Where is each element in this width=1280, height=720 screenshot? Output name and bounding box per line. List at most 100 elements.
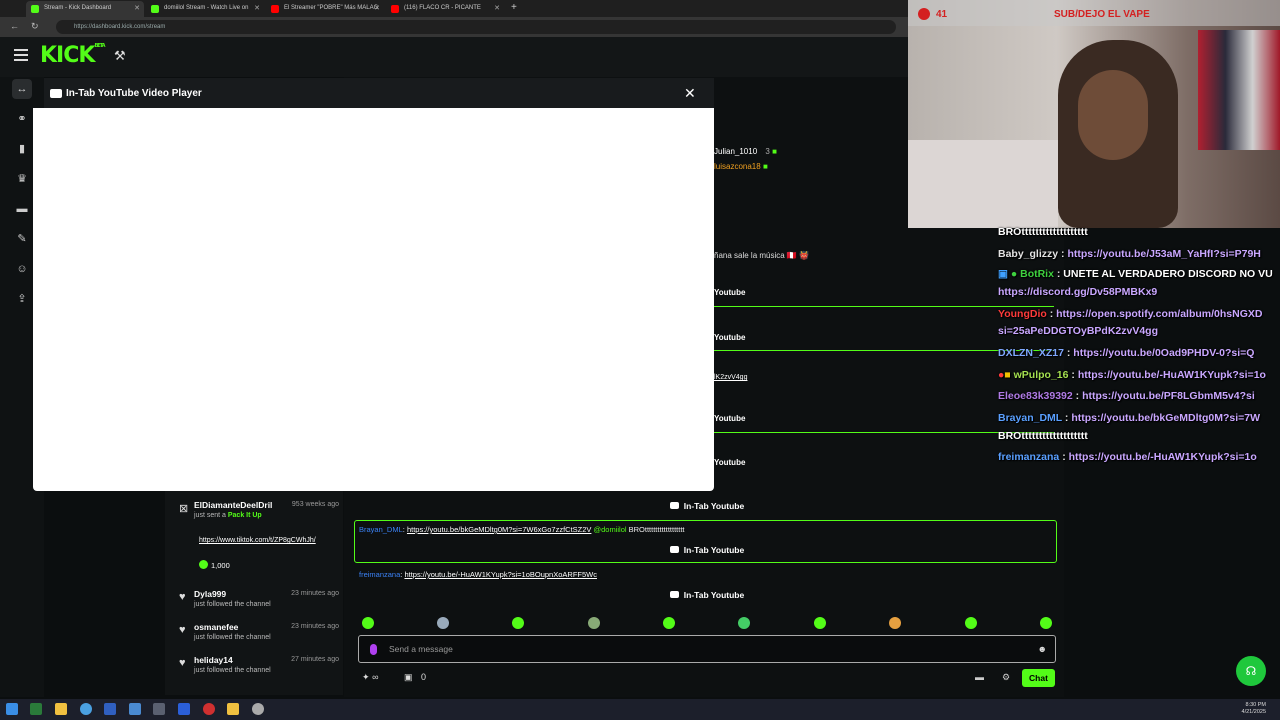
emote-icon[interactable] — [512, 617, 524, 629]
chat-fragment: Youtube — [714, 288, 746, 297]
taskbar-app-icon[interactable] — [153, 703, 165, 715]
close-tab-icon[interactable]: ✕ — [374, 4, 380, 12]
points-indicator[interactable]: ✦ ∞ — [362, 672, 378, 683]
emote-icon[interactable] — [965, 617, 977, 629]
alert-item: ♥ osmanefee 23 minutes ago just followed… — [179, 622, 339, 641]
users-icon[interactable]: ☺ — [12, 259, 32, 279]
youtube-video-player[interactable] — [33, 108, 714, 491]
emote-icon[interactable] — [889, 617, 901, 629]
active-user-row: Julian_1010 3 ■ — [714, 147, 777, 156]
wrench-icon[interactable]: ✎ — [12, 229, 32, 249]
kick-points-icon: ✦ — [362, 672, 370, 682]
youtube-icon — [50, 89, 62, 98]
viewer-count: 41 — [936, 9, 948, 20]
kick-header: KICKBETA ⚒ — [0, 37, 908, 77]
tab-youtube-streamer[interactable]: El Streamer "POBRE" Más MALAG ✕ — [266, 1, 384, 17]
youtube-icon — [669, 502, 679, 509]
start-icon[interactable] — [6, 703, 18, 715]
taskbar-app-icon[interactable] — [104, 703, 116, 715]
alert-item: ♥ heliday14 27 minutes ago just followed… — [179, 655, 339, 674]
gift-icon: ▣ — [404, 672, 413, 682]
close-tab-icon[interactable]: ✕ — [494, 4, 500, 12]
kick-favicon-icon — [151, 5, 159, 13]
folder-icon[interactable] — [55, 703, 67, 715]
gift-counter[interactable]: ▣ 0 — [404, 672, 426, 683]
taskbar-app-icon[interactable] — [129, 703, 141, 715]
taskbar-app-icon[interactable] — [252, 703, 264, 715]
heart-icon: ♥ — [179, 657, 186, 669]
overlay-chat: BROttttttttttttttttttt Baby_glizzy : htt… — [998, 226, 1273, 463]
emoji-icon[interactable]: ☻ — [1038, 644, 1047, 654]
emote-icon[interactable] — [362, 617, 374, 629]
emote-icon[interactable] — [437, 617, 449, 629]
chat-input[interactable]: Send a message ☻ — [358, 635, 1056, 663]
emote-icon[interactable] — [1040, 617, 1052, 629]
heart-icon: ♥ — [179, 624, 186, 636]
reload-icon[interactable]: ↻ — [31, 21, 39, 32]
chat-fragment: Youtube — [714, 414, 746, 423]
back-icon[interactable]: ← — [10, 21, 19, 31]
viewer-badge-icon — [918, 8, 930, 20]
link-icon[interactable]: ⚭ — [12, 109, 32, 129]
kick-icon: ⊠ — [179, 503, 189, 515]
help-chat-icon[interactable]: ☊ — [1236, 656, 1266, 686]
upload-icon[interactable]: ⇪ — [12, 289, 32, 309]
new-tab-button[interactable]: + — [511, 2, 517, 13]
chat-message: freimanzana: https://youtu.be/-HuAW1KYup… — [359, 570, 597, 579]
taskbar-app-icon[interactable] — [30, 703, 42, 715]
in-tab-youtube-button[interactable]: In-Tab Youtube — [358, 587, 1056, 603]
card-icon[interactable]: ▬ — [12, 199, 32, 219]
gear-icon[interactable]: ⚙ — [1002, 672, 1010, 682]
close-tab-icon[interactable]: ✕ — [134, 4, 140, 12]
taskbar-app-icon[interactable] — [227, 703, 239, 715]
menu-icon[interactable] — [14, 49, 28, 61]
broadcast-icon[interactable]: ↔ — [12, 79, 32, 99]
youtube-player-modal-header: In-Tab YouTube Video Player ✕ — [44, 78, 714, 108]
in-tab-youtube-button[interactable]: In-Tab Youtube — [358, 542, 1056, 558]
chat-send-button[interactable]: Chat — [1022, 669, 1055, 687]
tab-youtube-flaco[interactable]: (116) FLACO CR - PICANTE ✕ — [386, 1, 504, 17]
close-tab-icon[interactable]: ✕ — [254, 4, 260, 12]
tab-domiilol-stream[interactable]: domiilol Stream - Watch Live on ✕ — [146, 1, 264, 17]
emote-icon[interactable] — [663, 617, 675, 629]
clothes-rack — [1198, 30, 1280, 150]
chrome-icon[interactable] — [80, 703, 92, 715]
emote-icon[interactable] — [588, 617, 600, 629]
chat-settings: ▬ ⚙ — [975, 672, 1010, 683]
in-tab-youtube-button[interactable]: In-Tab Youtube — [358, 498, 1056, 514]
chart-icon[interactable]: ▮ — [12, 139, 32, 159]
hammer-icon[interactable]: ⚒ — [114, 48, 126, 64]
system-clock[interactable]: 8:30 PM 4/21/2025 — [1242, 702, 1266, 716]
kicks-coin-icon — [199, 560, 208, 569]
kicks-amount: 1,000 — [199, 560, 230, 570]
obs-icon[interactable] — [203, 703, 215, 715]
alert-item: ♥ Dyla999 23 minutes ago just followed t… — [179, 589, 339, 608]
chat-fragment: Youtube — [714, 333, 746, 342]
windows-taskbar: 8:30 PM 4/21/2025 — [0, 699, 1280, 720]
alerts-panel: ⊠ ElDiamanteDeelDril 953 weeks ago just … — [165, 490, 343, 695]
modal-title: In-Tab YouTube Video Player — [66, 88, 202, 99]
alert-link[interactable]: https://www.tiktok.com/t/ZP8gCWhJh/ — [199, 536, 339, 545]
close-modal-button[interactable]: ✕ — [684, 85, 696, 102]
streamer-face — [1078, 70, 1148, 160]
chat-bubble-icon[interactable]: ▬ — [975, 672, 984, 682]
microphone-icon[interactable] — [370, 644, 377, 655]
emote-icon[interactable] — [814, 617, 826, 629]
taskbar-app-icon[interactable] — [178, 703, 190, 715]
chat-fragment: Youtube — [714, 458, 746, 467]
url-field[interactable]: https://dashboard.kick.com/stream — [56, 20, 896, 34]
goal-text: SUB/DEJO EL VAPE — [1054, 9, 1150, 20]
alert-item: ⊠ ElDiamanteDeelDril 953 weeks ago just … — [179, 500, 339, 570]
kick-logo[interactable]: KICKBETA — [40, 43, 106, 68]
webcam-overlay: 41 SUB/DEJO EL VAPE — [908, 0, 1280, 228]
address-bar-row: ← ↻ https://dashboard.kick.com/stream — [0, 17, 908, 37]
active-user-row: luisazcona18 ■ — [714, 162, 768, 171]
trophy-icon[interactable]: ♛ — [12, 169, 32, 189]
emote-icon[interactable] — [738, 617, 750, 629]
kick-favicon-icon — [31, 5, 39, 13]
chat-fragment: lK2zvV4gg — [714, 374, 748, 381]
heart-icon: ♥ — [179, 591, 186, 603]
tab-kick-dashboard[interactable]: Stream - Kick Dashboard ✕ — [26, 1, 144, 17]
bed-background — [908, 140, 1058, 228]
youtube-icon — [669, 591, 679, 598]
